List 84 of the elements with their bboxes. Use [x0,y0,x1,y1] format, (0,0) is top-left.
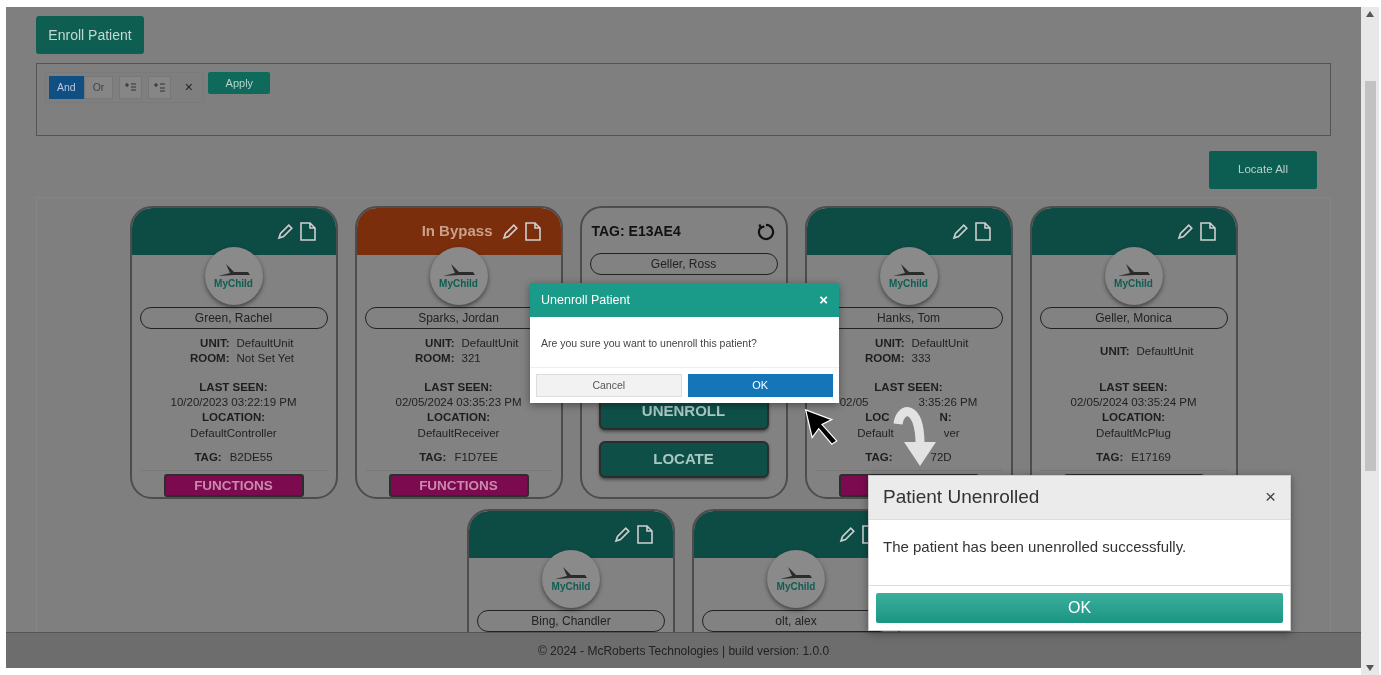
refresh-icon[interactable] [755,221,776,242]
functions-button[interactable]: FUNCTIONS [388,474,529,497]
field-label: UNIT: [200,337,230,349]
field-value: DefaultUnit [1136,343,1194,359]
field-value: Default [857,426,894,441]
dialog-title: Patient Unenrolled [883,485,1040,510]
field-label: LOCATION: [202,410,265,425]
field-value: DefaultUnit [236,336,294,351]
field-label: LOC [865,410,890,425]
logo-text: MyChild [551,582,591,592]
document-icon[interactable] [524,222,541,241]
field-value: B2DE55 [229,450,273,465]
scroll-thumb[interactable] [1364,81,1376,471]
close-button[interactable]: × [1264,483,1276,512]
ok-button[interactable]: OK [687,374,833,397]
logo-text: MyChild [776,582,816,592]
clear-button[interactable]: × [177,76,201,99]
field-value: F1D7EE [454,450,498,465]
field-label: N: [939,410,952,425]
field-value: 02/05 [839,395,869,410]
field-value: 02/05/2024 03:35:23 PM [395,395,522,410]
cursor-icon [804,408,840,446]
operator-toggle[interactable]: Or [83,76,114,99]
field-value: ver [943,426,960,441]
field-label: UNIT: [1100,344,1130,357]
field-label: ROOM: [414,352,455,364]
document-icon[interactable] [1199,222,1216,241]
field-value: 72D [930,450,952,465]
field-label: LOCATION: [427,410,490,425]
field-value: 02/05/2024 03:35:24 PM [1070,395,1197,410]
field-label: TAG: [1096,450,1124,465]
tag-title: TAG: E13AE4 [591,222,681,241]
field-label: UNIT: [875,337,905,349]
document-icon[interactable] [974,222,991,241]
field-value: DefaultReceiver [417,426,500,441]
field-value: DefaultUnit [461,336,519,351]
field-value: 333 [911,351,931,366]
field-label: UNIT: [425,337,455,349]
field-label: LAST SEEN: [424,380,493,395]
footer-text: © 2024 - McRoberts Technologies | build version: 1.0.0 [537,642,830,660]
ok-button[interactable]: OK [876,593,1283,623]
pencil-icon[interactable] [275,222,294,241]
logo-text: MyChild [439,279,478,289]
scroll-down-icon[interactable] [1366,665,1374,671]
field-label: TAG: [419,450,447,465]
field-value: DefaultUnit [911,336,969,351]
dialog-message: Are you sure you want to unenroll this patient? [541,337,757,349]
field-label: ROOM: [864,352,905,364]
field-label: ROOM: [189,352,230,364]
field-value: 10/20/2023 03:22:19 PM [170,395,297,410]
field-value: 321 [461,351,481,366]
field-value: 3:35:26 PM [918,395,978,410]
pencil-icon[interactable] [613,525,631,544]
enroll-patient-button[interactable]: Enroll Patient [36,16,144,54]
field-value: DefaultController [190,426,277,441]
pencil-icon[interactable] [1175,222,1194,241]
document-icon[interactable] [637,525,653,544]
document-icon[interactable] [299,222,316,241]
field-label: TAG: [865,450,893,465]
status-label: In Bypass [421,221,493,242]
field-label: TAG: [194,450,222,465]
field-label: LAST SEEN: [1099,380,1168,395]
logo-text: MyChild [889,279,928,289]
pencil-icon[interactable] [500,222,519,241]
field-label: LOCATION: [1102,410,1165,425]
logo-text: MyChild [1114,279,1153,289]
apply-button[interactable]: Apply [208,72,271,94]
pencil-icon[interactable] [950,222,969,241]
scroll-up-icon[interactable] [1366,11,1374,17]
functions-button[interactable]: FUNCTIONS [163,474,304,497]
dialog-message: The patient has been unenrolled successfully. [883,538,1187,555]
field-label: LAST SEEN: [874,380,943,395]
logo-text: MyChild [214,279,253,289]
pencil-icon[interactable] [838,525,856,544]
field-label: LAST SEEN: [199,380,268,395]
dialog-title: Unenroll Patient [541,291,630,309]
locate-all-button[interactable]: Locate All [1209,151,1317,189]
field-value: Not Set Yet [236,351,295,366]
cancel-button[interactable]: Cancel [536,374,682,397]
action-button[interactable]: LOCATE [598,441,769,478]
scrollbar[interactable] [1361,7,1379,675]
operator-toggle[interactable]: And [49,76,84,99]
field-value: DefaultMcPlug [1096,426,1171,441]
field-value: E17169 [1131,450,1171,465]
